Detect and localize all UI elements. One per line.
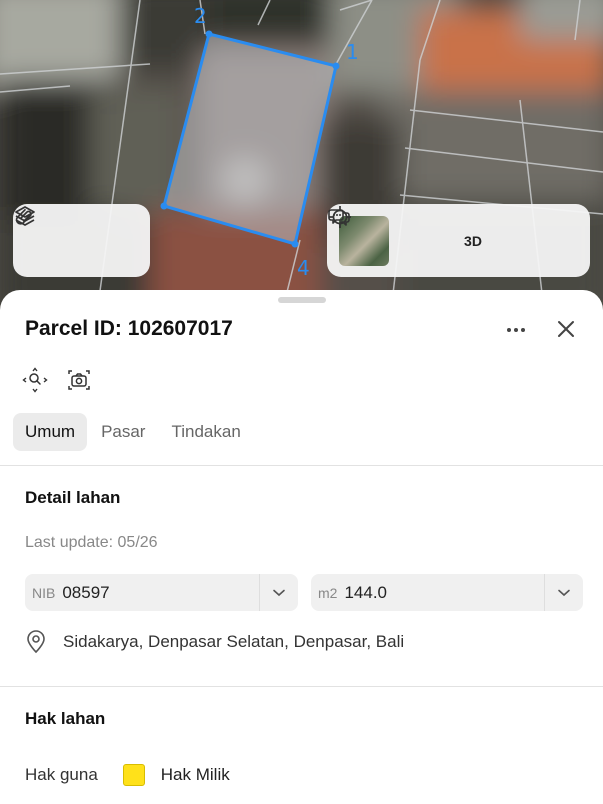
divider <box>0 686 603 687</box>
more-dots-icon <box>507 328 525 332</box>
vertex-label-4: 4 <box>297 256 310 280</box>
zoom-search-icon <box>22 367 48 393</box>
map-view[interactable]: 1 2 4 3D <box>0 0 603 320</box>
vertex-point[interactable] <box>291 240 299 248</box>
sheet-drag-handle[interactable] <box>278 297 326 303</box>
vertex-point[interactable] <box>332 62 340 70</box>
hak-guna-value: Hak Milik <box>160 765 230 784</box>
zoom-to-parcel-button[interactable] <box>22 367 48 393</box>
attach-button[interactable] <box>15 208 136 261</box>
chat-icon <box>328 209 350 226</box>
vertex-label-1: 1 <box>346 40 359 64</box>
rights-color-swatch <box>122 764 145 786</box>
last-update-text: Last update: 05/26 <box>25 534 158 551</box>
chevron-down-icon[interactable] <box>259 574 298 611</box>
close-icon <box>558 321 574 337</box>
locate-button[interactable] <box>329 206 443 261</box>
close-button[interactable] <box>553 316 579 342</box>
nib-prefix: NIB <box>32 584 56 601</box>
vertex-label-2: 2 <box>194 4 207 28</box>
location-pin-icon <box>27 630 45 654</box>
more-options-button[interactable] <box>502 318 530 342</box>
map-tools-panel <box>13 204 150 277</box>
tab-umum[interactable]: Umum <box>13 413 88 451</box>
location-text: Sidakarya, Denpasar Selatan, Denpasar, B… <box>63 632 405 651</box>
page-title: Parcel ID: 102607017 <box>25 317 233 340</box>
vertex-point[interactable] <box>205 30 213 38</box>
paperclip-icon <box>15 208 32 225</box>
screenshot-button[interactable] <box>66 367 92 393</box>
3d-button[interactable]: 3D <box>453 221 493 261</box>
tab-bar: Umum Pasar Tindakan <box>13 413 255 451</box>
area-prefix: m2 <box>318 584 338 601</box>
nib-value: 08597 <box>62 582 110 602</box>
3d-icon: 3D <box>464 232 482 249</box>
hak-lahan-heading: Hak lahan <box>25 709 106 728</box>
divider <box>0 465 603 466</box>
camera-icon <box>68 370 90 390</box>
detail-lahan-heading: Detail lahan <box>25 488 121 507</box>
tab-tindakan[interactable]: Tindakan <box>159 413 252 451</box>
hak-guna-row: Hak guna Hak Milik <box>25 764 230 786</box>
nib-select[interactable]: NIB 08597 <box>25 574 298 611</box>
chevron-down-icon[interactable] <box>544 574 583 611</box>
vertex-point[interactable] <box>160 202 168 210</box>
chat-button[interactable] <box>328 209 545 261</box>
parcel-sheet: Parcel ID: 102607017 Umum Pasar Tindakan… <box>0 290 603 804</box>
hak-guna-label: Hak guna <box>25 765 98 784</box>
location-row: Sidakarya, Denpasar Selatan, Denpasar, B… <box>25 630 404 654</box>
tab-pasar[interactable]: Pasar <box>89 413 157 451</box>
map-controls-panel: 3D <box>327 204 590 277</box>
area-value: 144.0 <box>344 582 387 602</box>
area-select[interactable]: m2 144.0 <box>311 574 583 611</box>
